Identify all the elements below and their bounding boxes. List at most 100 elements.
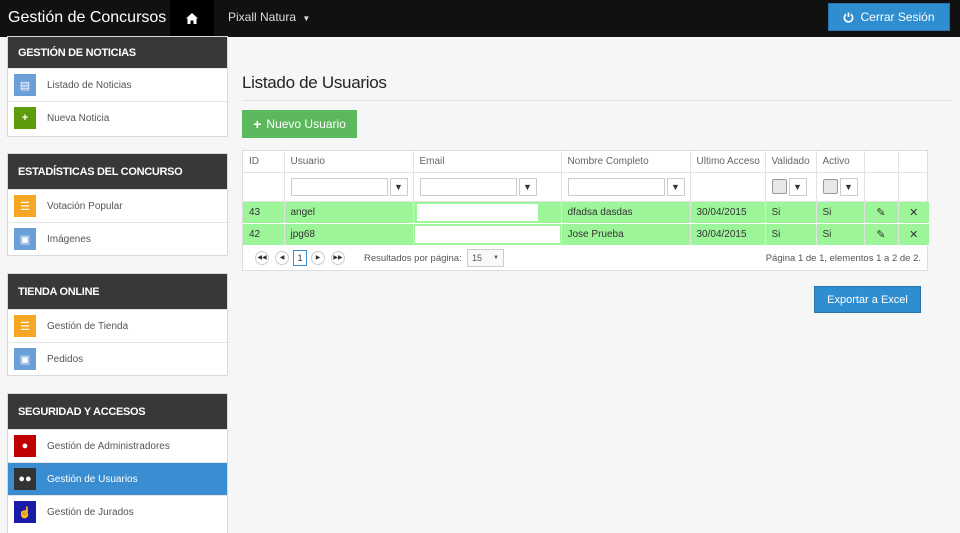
sidebar-item-label: Votación Popular [47,200,123,212]
new-user-button[interactable]: + Nuevo Usuario [242,110,357,138]
sidebar-item-nueva-noticia[interactable]: + Nueva Noticia [8,101,227,134]
cell-email [413,223,562,246]
column-header-usuario[interactable]: Usuario [284,151,414,173]
panel-noticias: GESTIÓN DE NOTICIAS ▤ Listado de Noticia… [7,36,228,137]
panel-heading: GESTIÓN DE NOTICIAS [8,37,227,68]
filter-icon[interactable]: ▼ [839,177,858,196]
cell-nombre: Jose Prueba [561,223,691,246]
cell-acceso: 30/04/2015 [690,201,766,224]
pencil-icon[interactable]: ✎ [876,207,885,219]
home-button[interactable] [170,0,214,37]
sidebar-item-label: Gestión de Usuarios [47,473,138,485]
column-header-validado[interactable]: Validado [765,151,817,173]
page-title: Listado de Usuarios [242,73,387,92]
sidebar-item-label: Gestión de Jurados [47,506,134,518]
cell-validado: Si [765,223,817,246]
header-row: ID Usuario Email Nombre Completo Ultimo … [243,151,929,173]
export-excel-button[interactable]: Exportar a Excel [814,286,921,313]
title-divider [242,100,952,101]
per-page-value: 15 [472,253,483,263]
column-header-nombre[interactable]: Nombre Completo [561,151,691,173]
edit-cell: ✎ [864,201,899,224]
sidebar-item-label: Nueva Noticia [47,112,110,124]
sidebar-item-label: Gestión de Administradores [47,440,170,452]
cell-id: 43 [243,201,285,224]
per-page-label: Resultados por página: [364,253,462,264]
users-grid: ID Usuario Email Nombre Completo Ultimo … [242,150,929,271]
pager-info: Página 1 de 1, elementos 1 a 2 de 2. [765,253,921,264]
filter-validado-checkbox[interactable] [771,179,787,194]
prev-page-icon[interactable]: ◀ [275,251,289,265]
current-page[interactable]: 1 [293,250,307,266]
cell-id: 42 [243,223,285,246]
cell-validado: Si [765,201,817,224]
delete-cell: ✕ [898,201,929,224]
image-icon: ▣ [14,348,36,370]
sidebar-item-label: Gestión de Tienda [47,320,129,332]
column-header-edit [864,151,899,173]
filter-row: ▼ ▼ ▼ ▼ ▼ [243,172,929,202]
panel-tienda: TIENDA ONLINE ☰ Gestión de Tienda ▣ Pedi… [7,273,228,376]
table-row[interactable]: 42 jpg68 Jose Prueba 30/04/2015 Si Si ✎ … [243,223,929,246]
sidebar-item-pedidos[interactable]: ▣ Pedidos [8,342,227,375]
sidebar-item-label: Imágenes [47,233,91,245]
account-name: Pixall Natura [228,10,297,24]
next-page-icon[interactable]: ▶ [311,251,325,265]
column-header-id[interactable]: ID [243,151,285,173]
filter-usuario-input[interactable] [290,177,388,196]
filter-activo-checkbox[interactable] [822,179,838,194]
filter-icon[interactable]: ▼ [389,177,408,196]
sidebar-item-gestion-tienda[interactable]: ☰ Gestión de Tienda [8,309,227,342]
new-user-label: Nuevo Usuario [266,117,346,131]
plus-icon: + [14,107,36,129]
column-header-acceso[interactable]: Ultimo Acceso [690,151,766,173]
pencil-icon[interactable]: ✎ [876,229,885,241]
table-row[interactable]: 43 angel dfadsa dasdas 30/04/2015 Si Si … [243,201,929,224]
app-brand[interactable]: Gestión de Concursos [8,0,166,35]
column-header-delete [898,151,929,173]
close-icon[interactable]: ✕ [909,229,918,241]
cell-usuario: angel [284,201,414,224]
sidebar-item-listado-noticias[interactable]: ▤ Listado de Noticias [8,68,227,101]
document-icon: ▤ [14,74,36,96]
users-table: ID Usuario Email Nombre Completo Ultimo … [243,151,929,246]
sidebar-item-label: Pedidos [47,353,84,365]
first-page-icon[interactable]: ◀◀ [255,251,269,265]
column-header-email[interactable]: Email [413,151,562,173]
filter-icon[interactable]: ▼ [788,177,807,196]
cell-nombre: dfadsa dasdas [561,201,691,224]
filter-icon[interactable]: ▼ [518,177,537,196]
cell-activo: Si [816,201,865,224]
logout-button[interactable]: Cerrar Sesión [828,3,950,31]
sidebar-item-label: Listado de Noticias [47,79,132,91]
panel-heading: ESTADÍSTICAS DEL CONCURSO [8,154,227,189]
cell-email [413,201,562,224]
cell-acceso: 30/04/2015 [690,223,766,246]
account-dropdown[interactable]: Pixall Natura ▼ [228,0,310,36]
edit-cell: ✎ [864,223,899,246]
email-value [416,203,538,221]
filter-email-input[interactable] [419,177,517,196]
logout-label: Cerrar Sesión [860,10,935,24]
sidebar-item-imagenes[interactable]: ▣ Imágenes [8,222,227,255]
per-page-select[interactable]: 15 ▼ [467,249,504,267]
list-icon: ☰ [14,195,36,217]
power-icon [844,11,854,23]
sidebar-item-votacion-popular[interactable]: ☰ Votación Popular [8,189,227,222]
column-header-activo[interactable]: Activo [816,151,865,173]
email-value [414,225,560,243]
sidebar-item-usuarios[interactable]: ●● Gestión de Usuarios [8,462,227,495]
cell-activo: Si [816,223,865,246]
home-icon [186,13,198,24]
panel-seguridad: SEGURIDAD Y ACCESOS ● Gestión de Adminis… [7,393,228,533]
close-icon[interactable]: ✕ [909,207,918,219]
chevron-down-icon: ▼ [493,255,499,261]
delete-cell: ✕ [898,223,929,246]
filter-icon[interactable]: ▼ [666,177,685,196]
last-page-icon[interactable]: ▶▶ [331,251,345,265]
sidebar-item-administradores[interactable]: ● Gestión de Administradores [8,429,227,462]
plus-icon: + [253,116,262,132]
filter-nombre-input[interactable] [567,177,665,196]
sidebar-item-jurados[interactable]: ☝ Gestión de Jurados [8,495,227,528]
users-icon: ●● [14,468,36,490]
